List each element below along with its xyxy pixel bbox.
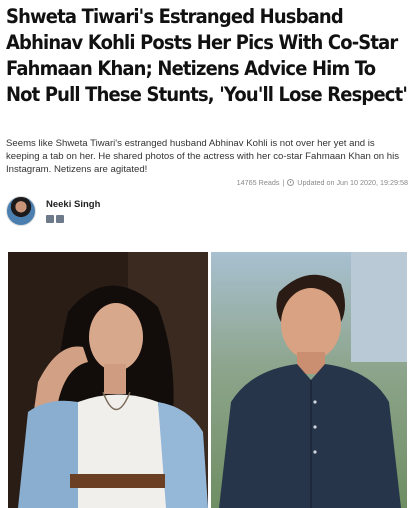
updated-timestamp: Updated on Jun 10 2020, 19:29:58 — [297, 178, 408, 187]
article-summary: Seems like Shweta Tiwari's estranged hus… — [6, 138, 400, 175]
article-photos — [8, 252, 407, 508]
author-name[interactable]: Neeki Singh — [46, 199, 100, 210]
photo-man — [211, 252, 407, 508]
author-avatar[interactable] — [6, 196, 36, 226]
author-social-links — [46, 215, 100, 223]
clock-icon — [287, 179, 295, 186]
meta-separator: | — [282, 178, 285, 187]
photo-man-illustration — [211, 252, 407, 508]
photo-woman-illustration — [8, 252, 208, 508]
email-icon[interactable] — [46, 215, 54, 223]
twitter-icon[interactable] — [56, 215, 64, 223]
article-meta: 14765 Reads | Updated on Jun 10 2020, 19… — [237, 178, 408, 187]
author-block: Neeki Singh — [6, 196, 100, 226]
article-headline: Shweta Tiwari's Estranged Husband Abhina… — [6, 5, 408, 106]
photo-woman — [8, 252, 208, 508]
read-count: 14765 Reads — [236, 178, 280, 187]
